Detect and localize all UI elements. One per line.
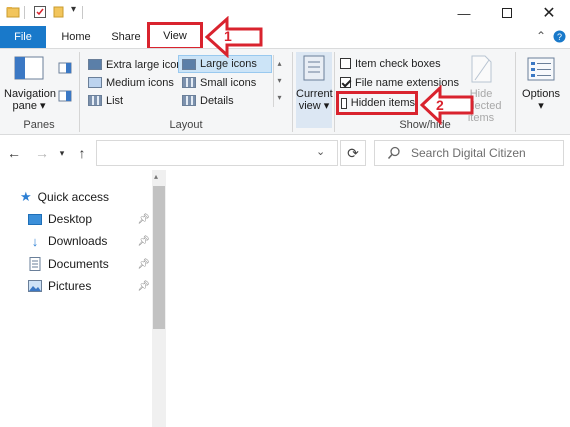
panes-group-label: Panes (23, 119, 55, 131)
pin-icon: 📌︎ (137, 280, 150, 292)
ribbon-separator (515, 52, 516, 132)
hidden-items-toggle[interactable]: Hidden items (336, 91, 418, 115)
up-button[interactable]: ↑ (72, 143, 92, 163)
item-check-boxes-label: Item check boxes (355, 57, 441, 70)
ribbon-separator (292, 52, 293, 132)
title-separator (24, 6, 25, 19)
collapse-ribbon-icon[interactable]: ⌃ (536, 29, 546, 43)
layout-option-label: List (106, 94, 124, 107)
extra-large-icons-icon (88, 59, 102, 70)
folder-icon (6, 7, 20, 18)
back-button[interactable]: ← (4, 143, 24, 163)
current-view-label-2: view (298, 100, 321, 112)
title-separator (82, 6, 83, 19)
download-arrow-icon: ↓ (31, 233, 39, 249)
address-bar[interactable] (96, 140, 338, 166)
layout-list[interactable]: List (88, 92, 123, 109)
ribbon-separator (334, 52, 335, 132)
options-button[interactable]: Options ▾ (518, 88, 564, 112)
hidden-items-label: Hidden items (350, 97, 415, 109)
nav-item-label: Desktop (48, 212, 93, 226)
tab-home[interactable]: Home (56, 26, 96, 48)
medium-icons-icon (88, 77, 102, 88)
properties-icon[interactable] (33, 5, 47, 19)
pictures-icon (28, 280, 42, 292)
layout-details[interactable]: Details (182, 92, 234, 109)
callout-arrow-2 (420, 85, 474, 125)
pin-icon: 📌︎ (137, 213, 150, 225)
help-icon[interactable]: ? (553, 30, 566, 43)
item-check-boxes-checkbox[interactable] (340, 58, 351, 69)
list-icon (88, 95, 102, 106)
current-view-button[interactable]: Current view ▾ (296, 52, 333, 128)
tab-file[interactable]: File (0, 26, 46, 48)
new-folder-icon[interactable] (53, 5, 65, 19)
layout-option-label: Large icons (200, 58, 257, 70)
star-icon: ★ (20, 189, 32, 204)
forward-button[interactable]: → (32, 143, 52, 163)
address-dropdown-icon[interactable]: ⌄ (316, 145, 325, 158)
svg-text:?: ? (557, 32, 562, 42)
hide-selected-items-icon (471, 55, 492, 83)
layout-extra-large-icons[interactable]: Extra large icons (88, 56, 188, 73)
close-button[interactable]: ✕ (526, 0, 570, 26)
details-pane-icon[interactable] (58, 90, 72, 102)
hidden-items-checkbox[interactable] (341, 97, 347, 109)
recent-locations-icon[interactable]: ▾ (56, 143, 68, 163)
options-icon[interactable] (526, 56, 556, 82)
navigation-pane-button[interactable]: Navigation pane ▾ (4, 88, 56, 112)
layout-small-icons[interactable]: Small icons (182, 74, 256, 91)
pin-icon: 📌︎ (137, 258, 150, 270)
nav-item-documents[interactable]: Documents 📌︎ (28, 253, 150, 275)
item-check-boxes-toggle[interactable]: Item check boxes (340, 55, 441, 72)
preview-pane-icon[interactable] (58, 62, 72, 74)
layout-option-label: Small icons (200, 76, 257, 89)
navigation-pane-label-2: pane (12, 100, 37, 112)
navigation-pane-icon[interactable] (14, 56, 44, 82)
layout-gallery-scroller[interactable]: ▴ ▾ ▾ (273, 55, 285, 107)
nav-item-label: Pictures (48, 279, 92, 293)
scrollbar-thumb[interactable] (153, 186, 165, 329)
documents-icon (29, 257, 41, 271)
callout-arrow-1 (205, 16, 263, 58)
nav-item-pictures[interactable]: Pictures 📌︎ (28, 275, 150, 297)
layout-medium-icons[interactable]: Medium icons (88, 74, 174, 91)
details-icon (182, 95, 196, 106)
nav-item-label: Documents (48, 257, 109, 271)
minimize-button[interactable]: — (441, 0, 487, 26)
tab-view[interactable]: View (147, 22, 203, 50)
navigation-pane-label-1: Navigation (4, 88, 56, 100)
search-placeholder: Search Digital Citizen (411, 146, 526, 160)
layout-option-label: Medium icons (106, 76, 174, 89)
nav-item-desktop[interactable]: Desktop 📌︎ (28, 208, 150, 230)
options-dropdown-icon: ▾ (538, 100, 544, 112)
nav-item-label: Downloads (48, 234, 108, 248)
callout-number-1: 1 (224, 28, 232, 44)
current-view-label-1: Current (296, 88, 333, 100)
desktop-icon (28, 213, 42, 225)
current-view-icon (303, 55, 325, 81)
layout-group-label: Layout (169, 119, 203, 131)
options-label: Options (522, 88, 560, 100)
small-icons-icon (182, 77, 196, 88)
search-box[interactable]: Search Digital Citizen (374, 140, 564, 166)
file-name-extensions-checkbox[interactable] (340, 77, 351, 88)
nav-quick-access[interactable]: ★ Quick access (20, 186, 109, 208)
scroll-up-icon[interactable]: ▴ (154, 172, 158, 181)
pin-icon: 📌︎ (137, 235, 150, 247)
callout-number-2: 2 (436, 97, 444, 113)
large-icons-icon (182, 58, 196, 70)
nav-quick-access-label: Quick access (37, 190, 110, 204)
customize-quick-access-icon[interactable]: ▾ (71, 4, 76, 15)
refresh-button[interactable]: ⟳ (340, 140, 366, 166)
layout-option-label: Extra large icons (106, 58, 188, 71)
nav-item-downloads[interactable]: ↓ Downloads 📌︎ (28, 230, 150, 252)
layout-option-label: Details (200, 94, 234, 107)
maximize-button[interactable] (484, 0, 530, 26)
tab-share[interactable]: Share (104, 26, 148, 48)
search-icon (387, 146, 400, 159)
